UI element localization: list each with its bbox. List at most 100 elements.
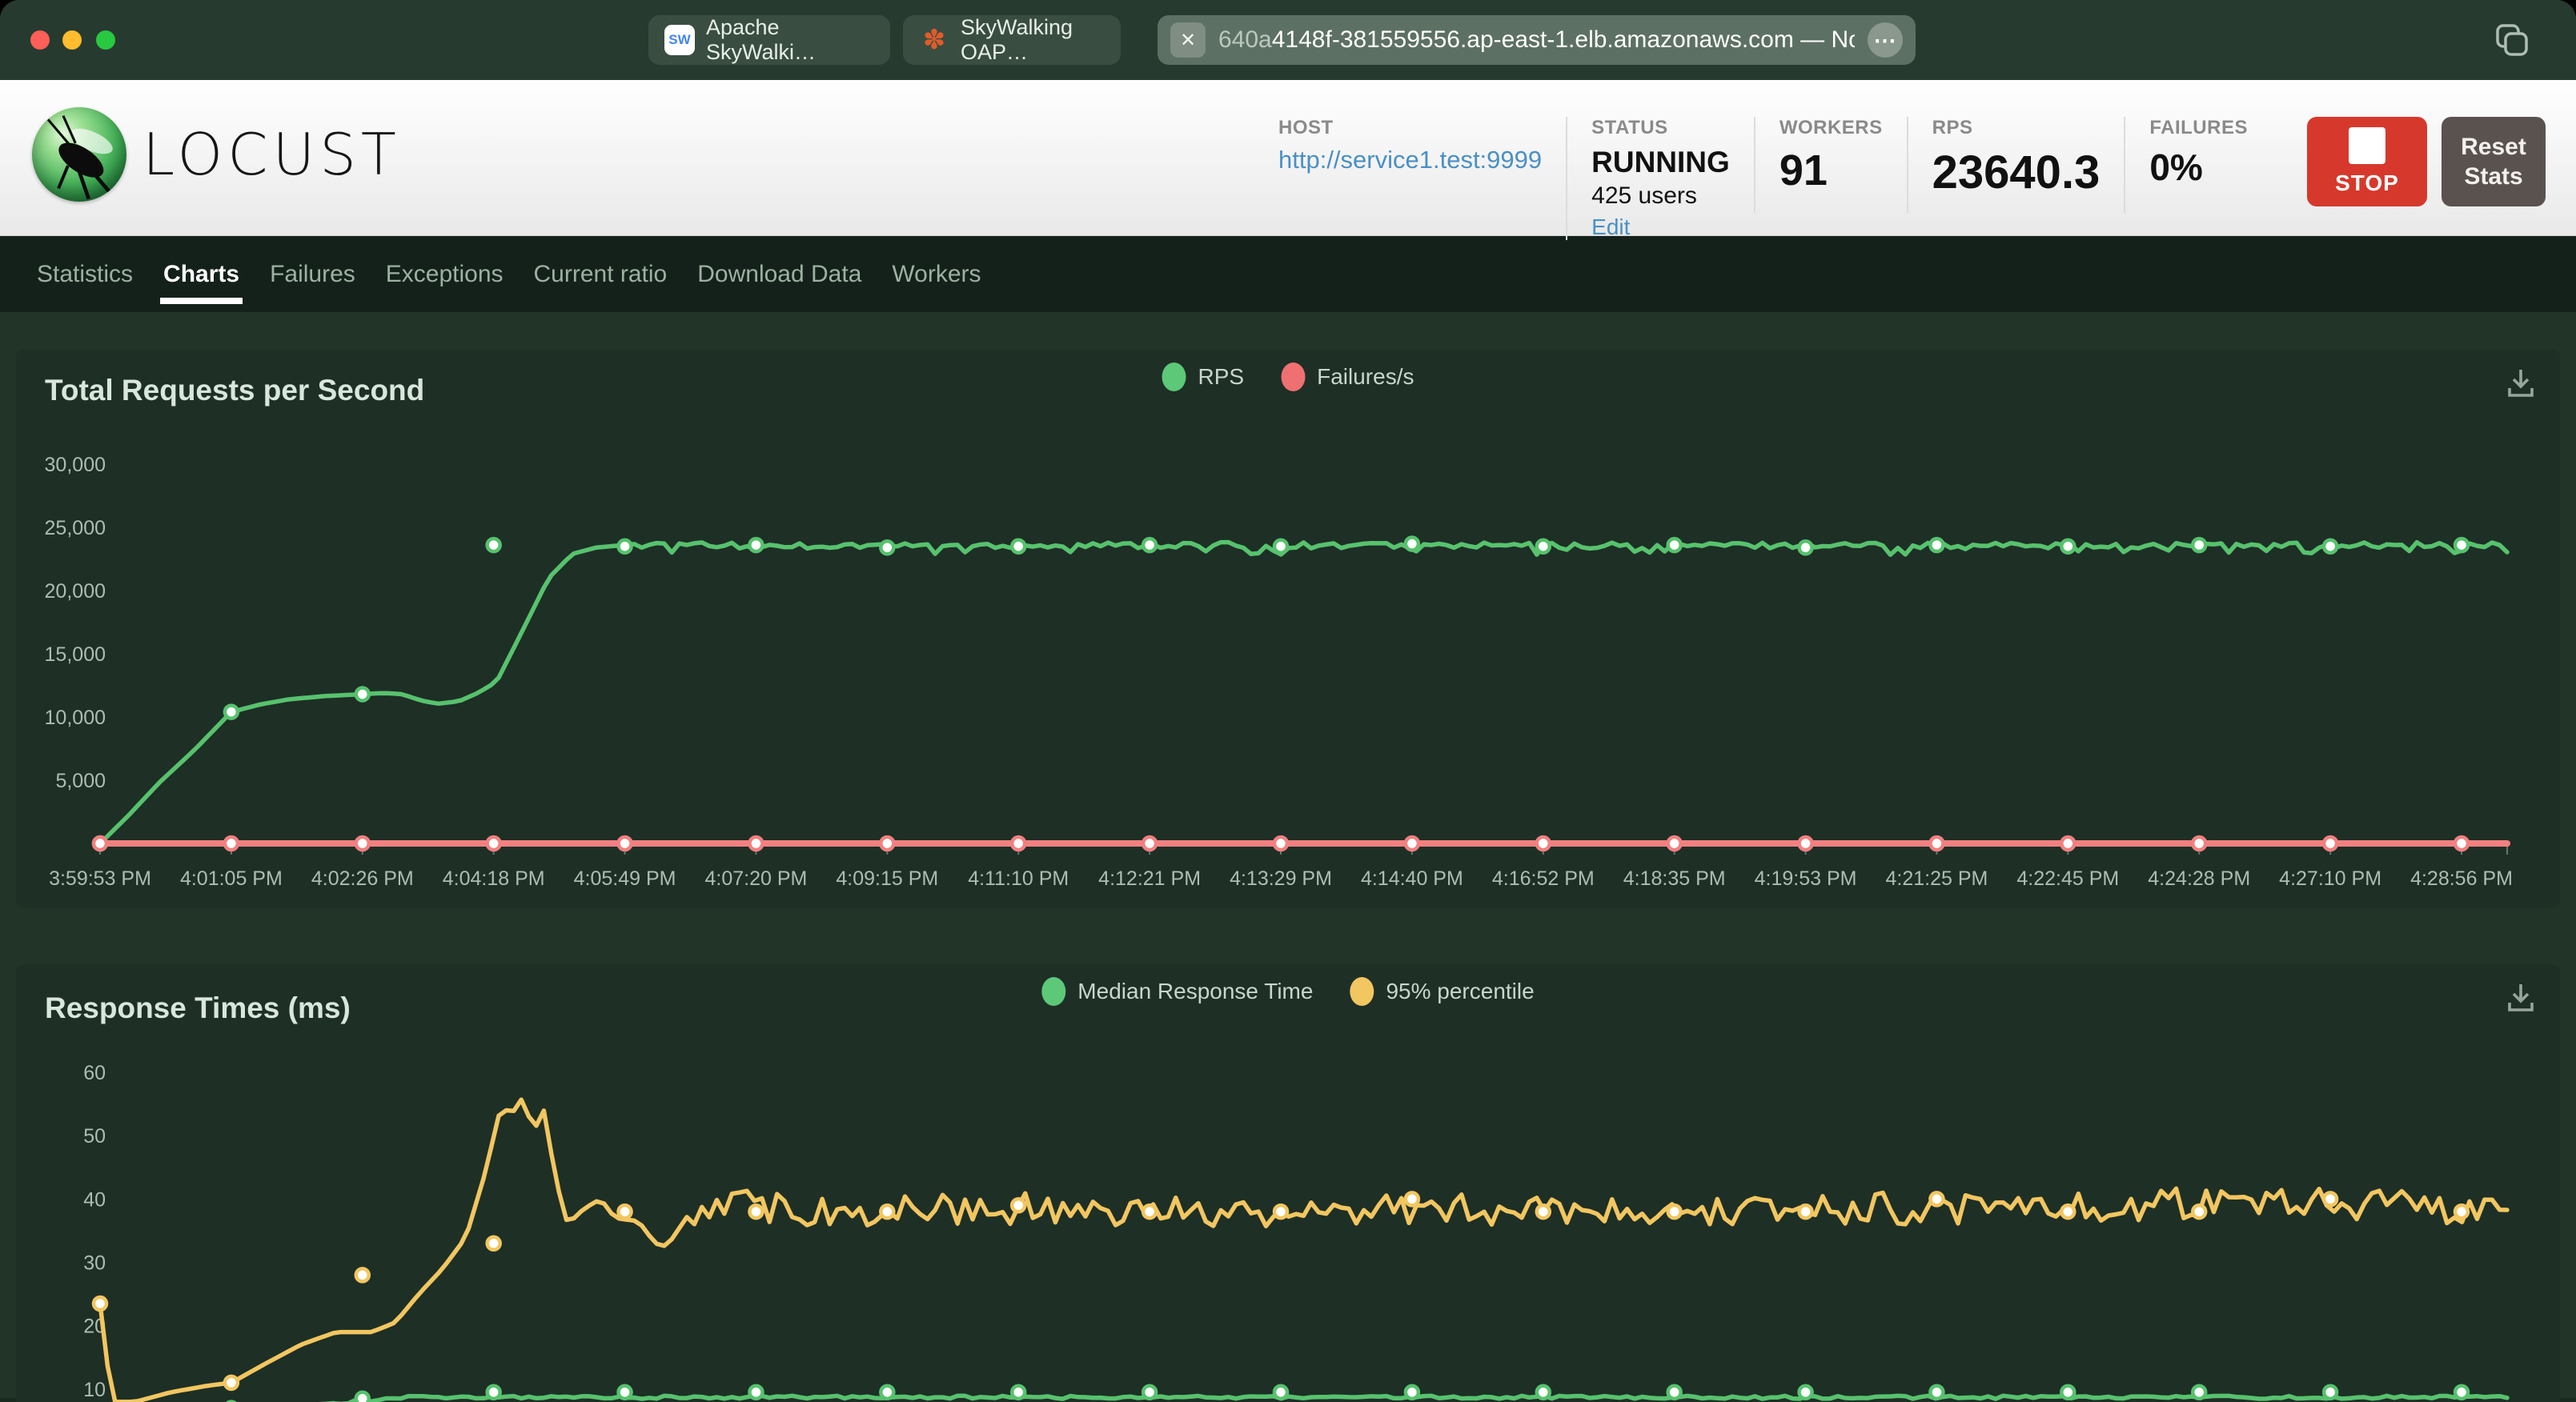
browser-tab-skywalking-oap[interactable]: ✽ SkyWalking OAP… [903,15,1121,65]
svg-text:4:11:10 PM: 4:11:10 PM [968,867,1069,890]
response-times-chart[interactable]: 01020304050603:59:53 PM4:01:05 PM4:02:26… [16,1039,2560,1402]
legend-label: RPS [1198,364,1245,389]
legend-item-rps[interactable]: RPS [1162,363,1245,391]
total-rps-chart[interactable]: 05,00010,00015,00020,00025,00030,0003:59… [16,438,2560,918]
legend-dot-red-icon [1281,363,1306,391]
stat-rps-label: RPS [1932,117,1973,138]
stat-failures: FAILURES 0% [2124,117,2272,213]
svg-text:4:05:49 PM: 4:05:49 PM [574,867,676,890]
reset-stats-label-line1: Reset [2461,133,2526,160]
legend-item-median[interactable]: Median Response Time [1041,977,1313,1006]
stat-status-label: STATUS [1591,117,1668,138]
main-nav: Statistics Charts Failures Exceptions Cu… [0,236,2576,312]
legend-dot-green-icon [1041,977,1066,1006]
tab-label: Apache SkyWalki… [706,15,817,64]
charts-page: Total Requests per Second RPS Failures/s… [0,312,2576,1402]
workers-value: 91 [1779,146,1828,194]
address-url-main: 4148f-381559556.ap-east-1.elb.amazonaws.… [1271,26,1794,53]
stat-workers-label: WORKERS [1779,117,1883,138]
svg-text:4:28:56 PM: 4:28:56 PM [2410,867,2513,890]
tab-statistics[interactable]: Statistics [37,236,133,312]
svg-text:30: 30 [83,1252,106,1275]
skywalking-logo-icon: SW [664,25,695,55]
svg-text:4:18:35 PM: 4:18:35 PM [1623,867,1726,890]
chart-title: Total Requests per Second [45,374,425,407]
zoom-window-button[interactable] [96,30,115,50]
svg-text:3:59:53 PM: 3:59:53 PM [49,867,151,890]
svg-text:60: 60 [83,1062,106,1084]
status-value: RUNNING [1591,146,1730,178]
svg-text:4:14:40 PM: 4:14:40 PM [1361,867,1463,890]
address-url-dim-prefix: 640a [1218,26,1272,53]
rps-value: 23640.3 [1932,146,2101,198]
tab-label: SkyWalking OAP… [961,15,1073,64]
close-window-button[interactable] [30,30,50,50]
chart-card-response-times: Response Times (ms) Median Response Time… [16,964,2560,1402]
locust-header: LOCUST HOST http://service1.test:9999 ST… [0,80,2576,240]
chart-legend: Median Response Time 95% percentile [1041,977,1535,1006]
svg-text:10: 10 [83,1379,106,1401]
tab-charts[interactable]: Charts [160,236,243,312]
brand-title: LOCUST [142,121,401,188]
svg-text:40: 40 [83,1188,106,1211]
legend-label: 95% percentile [1386,979,1535,1003]
reset-stats-label-line2: Stats [2464,163,2523,190]
svg-text:4:22:45 PM: 4:22:45 PM [2016,867,2119,890]
tab-current-ratio[interactable]: Current ratio [534,236,668,312]
svg-text:5,000: 5,000 [55,770,106,792]
stat-host: HOST http://service1.test:9999 [1254,117,1566,213]
reset-stats-button[interactable]: Reset Stats [2442,117,2546,206]
svg-text:4:12:21 PM: 4:12:21 PM [1098,867,1201,890]
svg-text:4:09:15 PM: 4:09:15 PM [836,867,938,890]
host-link[interactable]: http://service1.test:9999 [1278,146,1542,174]
tab-workers[interactable]: Workers [892,236,981,312]
header-buttons: STOP Reset Stats [2307,117,2546,206]
stat-host-label: HOST [1278,117,1334,138]
svg-text:4:01:05 PM: 4:01:05 PM [180,867,283,890]
download-chart-icon[interactable] [2502,364,2539,401]
tab-failures[interactable]: Failures [270,236,355,312]
svg-text:4:21:25 PM: 4:21:25 PM [1886,867,1988,890]
close-tab-icon[interactable]: ✕ [1170,22,1206,58]
minimize-window-button[interactable] [62,30,82,50]
header-stats: HOST http://service1.test:9999 STATUS RU… [1254,80,2546,240]
svg-text:4:19:53 PM: 4:19:53 PM [1755,867,1857,890]
svg-text:4:27:10 PM: 4:27:10 PM [2279,867,2381,890]
chart-title: Response Times (ms) [45,991,351,1024]
svg-text:30,000: 30,000 [45,454,106,476]
legend-dot-green-icon [1162,363,1186,391]
stat-failures-label: FAILURES [2149,117,2248,138]
svg-text:4:16:52 PM: 4:16:52 PM [1492,867,1595,890]
edit-users-link[interactable]: Edit [1591,214,1630,240]
tab-exceptions[interactable]: Exceptions [386,236,504,312]
stop-square-icon [2349,127,2385,164]
more-options-icon[interactable]: ⋯ [1868,22,1903,58]
chart-card-total-rps: Total Requests per Second RPS Failures/s… [16,350,2560,908]
skywalking-oap-logo-icon: ✽ [922,25,946,55]
stat-status: STATUS RUNNING 425 users Edit [1566,117,1754,240]
address-url[interactable]: 640a4148f-381559556.ap-east-1.elb.amazon… [1218,26,1855,54]
status-users: 425 users [1591,182,1697,209]
stop-button[interactable]: STOP [2307,117,2427,206]
svg-text:25,000: 25,000 [45,517,106,539]
download-chart-icon[interactable] [2502,979,2539,1015]
legend-item-95th[interactable]: 95% percentile [1350,977,1535,1006]
legend-item-failures[interactable]: Failures/s [1281,363,1414,391]
failures-value: 0% [2149,146,2203,188]
tab-overview-icon[interactable] [2493,21,2531,59]
address-bar[interactable]: ✕ 640a4148f-381559556.ap-east-1.elb.amaz… [1158,15,1916,65]
legend-label: Failures/s [1317,364,1414,389]
svg-text:4:07:20 PM: 4:07:20 PM [705,867,808,890]
stat-workers: WORKERS 91 [1753,117,1907,213]
svg-text:4:04:18 PM: 4:04:18 PM [443,867,545,890]
tab-download-data[interactable]: Download Data [697,236,861,312]
chart-legend: RPS Failures/s [1162,363,1414,391]
stat-rps: RPS 23640.3 [1906,117,2125,213]
svg-text:50: 50 [83,1125,106,1148]
address-url-suffix: — Not Secure [1800,26,1855,53]
svg-text:20,000: 20,000 [45,580,106,603]
browser-tab-apache-skywalking[interactable]: SW Apache SkyWalki… [648,15,890,65]
svg-text:10,000: 10,000 [45,707,106,729]
stop-button-label: STOP [2335,170,2399,195]
locust-brand: LOCUST [32,107,401,202]
